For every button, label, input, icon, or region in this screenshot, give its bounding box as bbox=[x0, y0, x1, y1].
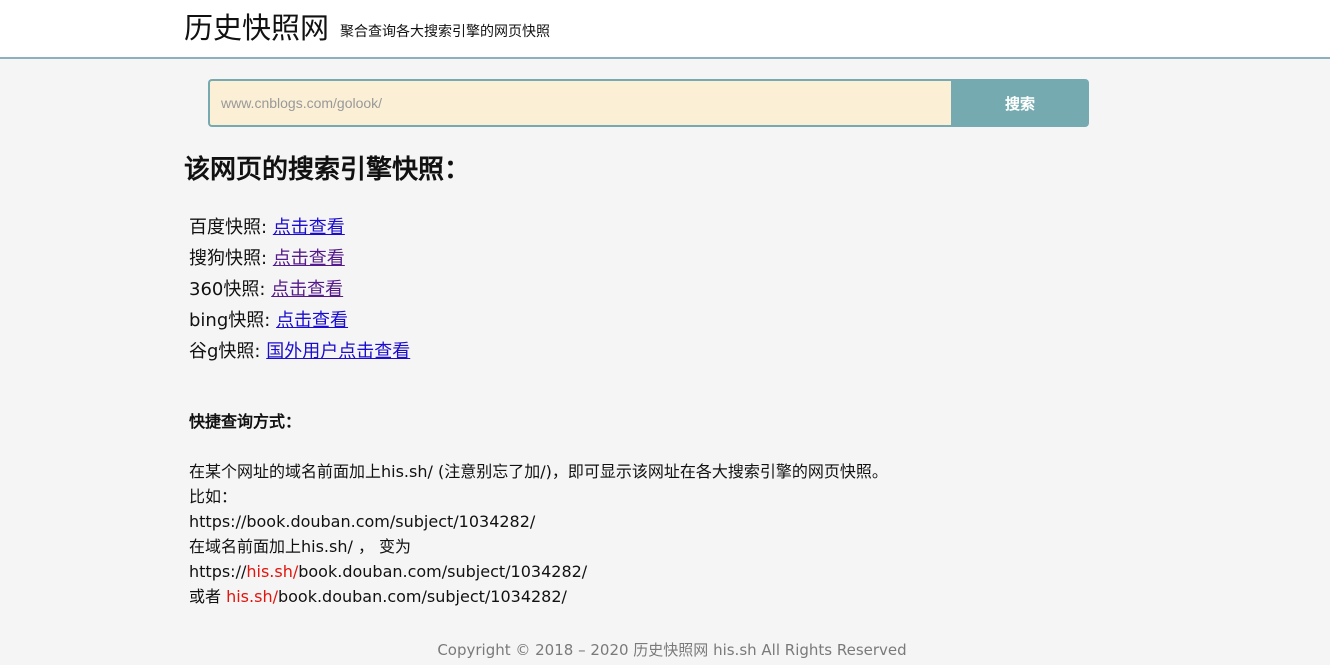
360-snapshot-link[interactable]: 点击查看 bbox=[271, 279, 343, 300]
search-input[interactable] bbox=[208, 79, 953, 127]
snapshot-label: 360快照: bbox=[189, 279, 266, 300]
site-header: 历史快照网 聚合查询各大搜索引擎的网页快照 bbox=[0, 0, 1330, 59]
site-subtitle: 聚合查询各大搜索引擎的网页快照 bbox=[340, 24, 550, 40]
url-part: https:// bbox=[189, 562, 247, 581]
howto-line: 比如： bbox=[189, 487, 238, 506]
example-url: https://book.douban.com/subject/1034282/ bbox=[189, 512, 536, 531]
example-url-prefixed: https://his.sh/book.douban.com/subject/1… bbox=[189, 559, 888, 584]
url-part: book.douban.com/subject/1034282/ bbox=[298, 562, 588, 581]
url-part: book.douban.com/subject/1034282/ bbox=[277, 587, 567, 606]
bing-snapshot-link[interactable]: 点击查看 bbox=[276, 310, 348, 331]
snapshot-label: 谷g快照: bbox=[189, 341, 261, 362]
snapshot-item-google: 谷g快照: 国外用户点击查看 bbox=[189, 336, 410, 367]
snapshot-label: 百度快照: bbox=[189, 217, 268, 238]
search-button[interactable]: 搜索 bbox=[951, 79, 1089, 127]
example-url-short: 或者 his.sh/book.douban.com/subject/103428… bbox=[189, 584, 888, 609]
snapshot-item-sogou: 搜狗快照: 点击查看 bbox=[189, 243, 410, 274]
site-title[interactable]: 历史快照网 bbox=[184, 8, 329, 48]
section-title: 该网页的搜索引擎快照： bbox=[184, 155, 471, 185]
howto-text: 在某个网址的域名前面加上his.sh/ (注意别忘了加/)，即可显示该网址在各大… bbox=[189, 459, 888, 609]
footer-copyright: Copyright © 2018 – 2020 历史快照网 his.sh All… bbox=[437, 641, 907, 659]
snapshot-label: bing快照: bbox=[189, 310, 271, 331]
snapshot-list: 百度快照: 点击查看 搜狗快照: 点击查看 360快照: 点击查看 bing快照… bbox=[189, 212, 410, 367]
url-part: 或者 bbox=[189, 587, 227, 606]
howto-line: 在域名前面加上his.sh/ ， 变为 bbox=[189, 537, 412, 556]
his-sh-highlight: his.sh/ bbox=[246, 562, 299, 581]
his-sh-highlight: his.sh/ bbox=[226, 587, 278, 606]
baidu-snapshot-link[interactable]: 点击查看 bbox=[273, 217, 345, 238]
snapshot-label: 搜狗快照: bbox=[189, 248, 268, 269]
snapshot-item-bing: bing快照: 点击查看 bbox=[189, 305, 410, 336]
search-form: 搜索 bbox=[208, 79, 1089, 127]
howto-line: 在某个网址的域名前面加上his.sh/ (注意别忘了加/)，即可显示该网址在各大… bbox=[189, 462, 888, 481]
google-snapshot-link[interactable]: 国外用户点击查看 bbox=[266, 341, 410, 362]
snapshot-item-baidu: 百度快照: 点击查看 bbox=[189, 212, 410, 243]
sogou-snapshot-link[interactable]: 点击查看 bbox=[273, 248, 345, 269]
snapshot-item-360: 360快照: 点击查看 bbox=[189, 274, 410, 305]
howto-title: 快捷查询方式： bbox=[189, 412, 302, 431]
